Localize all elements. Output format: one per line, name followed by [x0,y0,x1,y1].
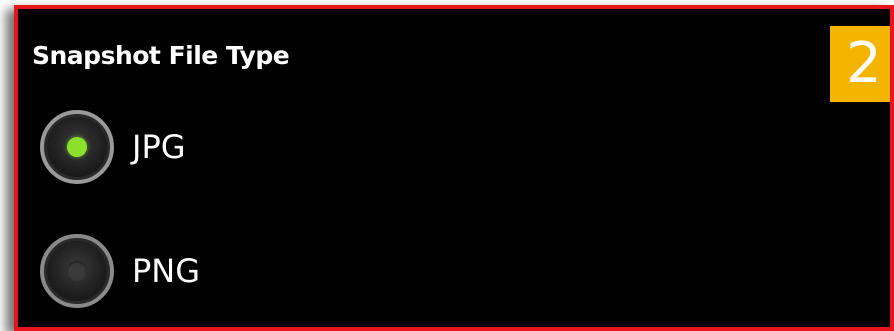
radio-button-jpg[interactable] [40,110,114,184]
settings-panel: Snapshot File Type 2 JPG PNG [14,5,894,331]
radio-option-png[interactable]: PNG [40,229,800,313]
radio-label-jpg: JPG [132,128,186,166]
radio-button-png[interactable] [40,234,114,308]
radio-selected-dot [67,137,87,157]
radio-unselected-dot [67,261,87,281]
radio-option-jpg[interactable]: JPG [40,105,800,189]
step-number-badge: 2 [830,26,890,102]
section-title: Snapshot File Type [32,41,290,70]
radio-label-png: PNG [132,252,201,290]
